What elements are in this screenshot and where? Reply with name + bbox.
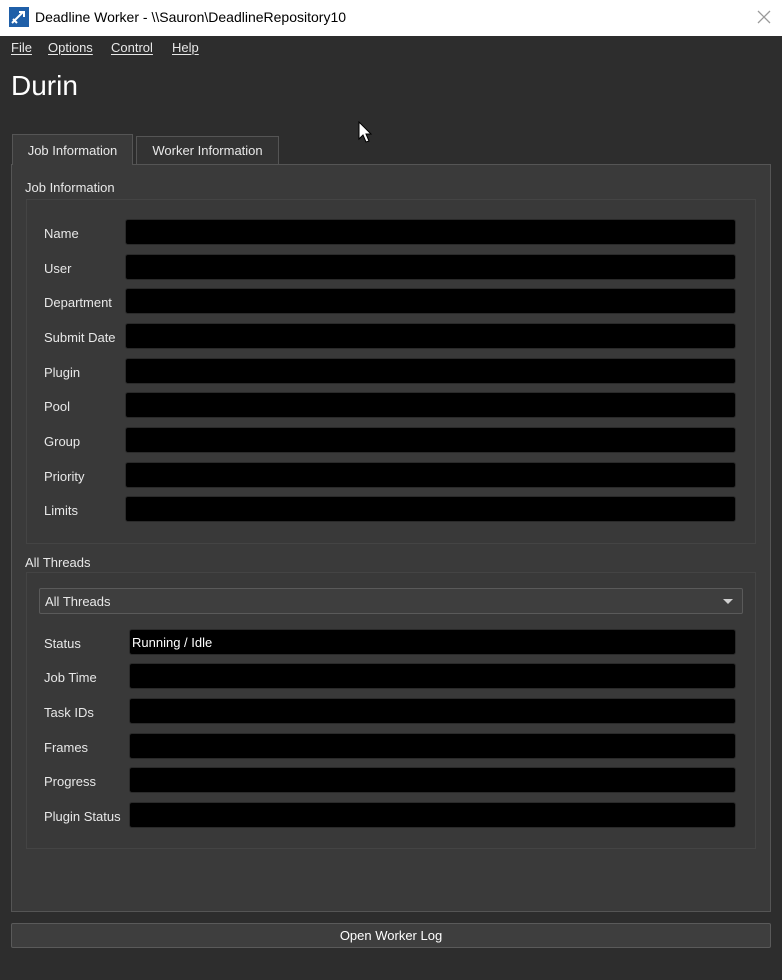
name-label: Name (44, 226, 79, 241)
progress-label: Progress (44, 774, 97, 789)
pool-field[interactable] (125, 392, 736, 418)
job-info-section-label: Job Information (25, 180, 115, 195)
priority-label: Priority (44, 469, 85, 484)
open-worker-log-button[interactable]: Open Worker Log (11, 923, 771, 948)
plugin-label: Plugin (44, 365, 81, 380)
department-label: Department (44, 295, 112, 310)
thread-select-value: All Threads (45, 593, 111, 609)
frames-field[interactable] (129, 733, 736, 759)
name-field[interactable] (125, 219, 736, 245)
submit-date-label: Submit Date (44, 330, 116, 345)
tab-job-information[interactable]: Job Information (12, 134, 133, 165)
plugin-field[interactable] (125, 358, 736, 384)
menu-control[interactable]: Control (111, 40, 153, 55)
threads-section-label: All Threads (25, 555, 91, 570)
tab-worker-information[interactable]: Worker Information (136, 136, 279, 164)
task-ids-label: Task IDs (44, 705, 94, 720)
mouse-cursor-icon (358, 121, 373, 143)
submit-date-field[interactable] (125, 323, 736, 349)
chevron-down-icon (723, 599, 733, 604)
task-ids-field[interactable] (129, 698, 736, 724)
job-time-field[interactable] (129, 663, 736, 689)
plugin-status-label: Plugin Status (44, 809, 121, 824)
frames-label: Frames (44, 740, 89, 755)
deadline-app-icon (9, 7, 29, 27)
close-icon[interactable] (756, 9, 772, 25)
priority-field[interactable] (125, 462, 736, 488)
menu-help[interactable]: Help (172, 40, 199, 55)
limits-field[interactable] (125, 496, 736, 522)
menu-options[interactable]: Options (48, 40, 93, 55)
group-field[interactable] (125, 427, 736, 453)
thread-select[interactable]: All Threads (39, 588, 743, 614)
window-title: Deadline Worker - \\Sauron\DeadlineRepos… (35, 9, 347, 25)
user-field[interactable] (125, 254, 736, 280)
status-field[interactable]: Running / Idle (129, 629, 736, 655)
title-bar: Deadline Worker - \\Sauron\DeadlineRepos… (0, 0, 782, 36)
menu-file[interactable]: File (11, 40, 32, 55)
progress-field[interactable] (129, 767, 736, 793)
job-time-label: Job Time (44, 670, 97, 685)
pool-label: Pool (44, 399, 71, 414)
page-title: Durin (11, 70, 78, 101)
plugin-status-field[interactable] (129, 802, 736, 828)
menu-bar: File Options Control Help (0, 36, 782, 60)
department-field[interactable] (125, 288, 736, 314)
limits-label: Limits (44, 503, 78, 518)
user-label: User (44, 261, 72, 276)
group-label: Group (44, 434, 81, 449)
status-label: Status (44, 636, 81, 651)
